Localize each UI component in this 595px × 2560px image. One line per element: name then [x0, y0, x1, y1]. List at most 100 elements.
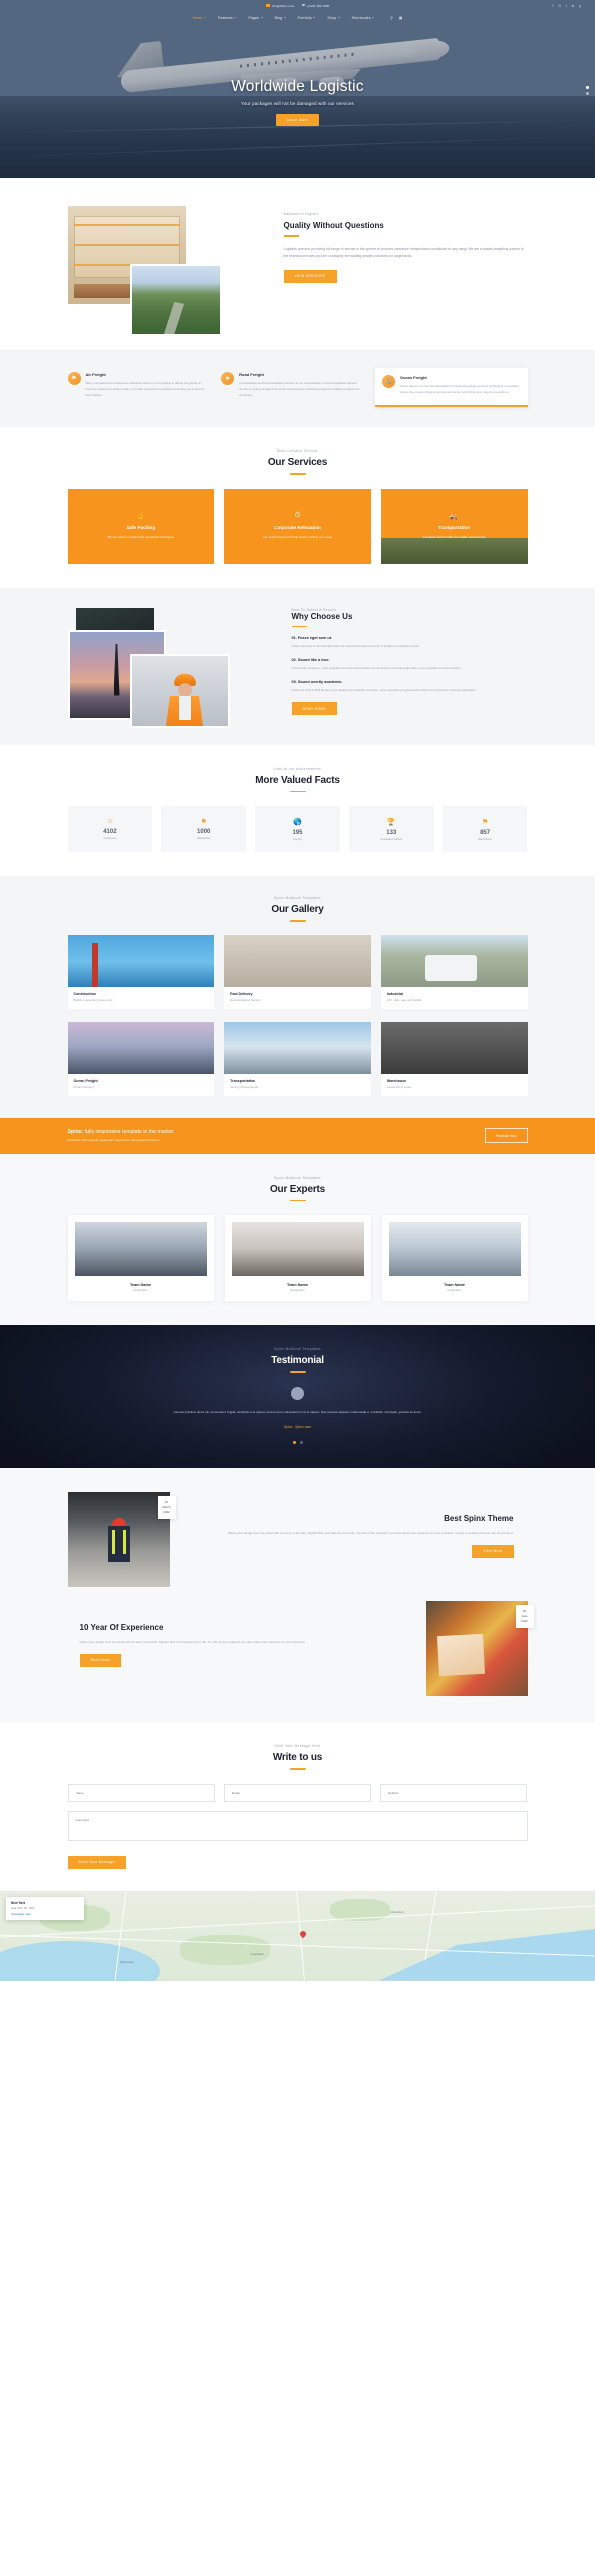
- facts-section: Look at our achievements More Valued Fac…: [0, 744, 595, 877]
- nav-item-features[interactable]: Features: [218, 16, 237, 20]
- feature-body: Ocean transport is the best alternative …: [399, 384, 519, 394]
- mail-icon: [265, 4, 270, 7]
- chevron-down-icon: [372, 17, 375, 18]
- gallery-item-ocean-freight[interactable]: Ocean Freight Ocean transport: [67, 1021, 215, 1096]
- slider-dot-2[interactable]: [586, 92, 589, 95]
- gallery-item-warehouse[interactable]: Warehouse movement of goods: [380, 1021, 528, 1096]
- map-water: [0, 1940, 160, 1981]
- phone-icon: ☎: [301, 3, 306, 7]
- contact-section: Send Your Message Here Write to us Send …: [0, 1721, 595, 1891]
- fact-value: 195: [292, 829, 303, 836]
- main-navigation: Home Features Pages Blog Portfolio Shop: [0, 12, 595, 23]
- nav-label: Shop: [327, 15, 337, 20]
- nav-item-home[interactable]: Home: [193, 16, 206, 20]
- gallery-section: Spinx Multiuse Templates Our Gallery Con…: [0, 876, 595, 1118]
- gallery-item-fast-delivery[interactable]: Fast Delivery Deconsolidation Centers: [224, 934, 371, 1009]
- blog-view-more-button[interactable]: View More: [472, 1544, 514, 1558]
- nav-item-shop[interactable]: Shop: [327, 15, 340, 20]
- topbar-phone[interactable]: ☎ +(123) 456-7880: [301, 4, 329, 8]
- name-field[interactable]: [67, 1783, 215, 1802]
- title-underline: [289, 920, 306, 922]
- feature-card-road-freight[interactable]: ★ Road Freight Consolidation And Deconso…: [221, 368, 364, 407]
- expert-card-1[interactable]: Team Name Designation: [67, 1215, 214, 1302]
- slider-dot-2[interactable]: [299, 1440, 303, 1444]
- service-body: We can assist on performing operational …: [107, 534, 175, 539]
- facebook-icon[interactable]: f: [552, 4, 553, 8]
- why-point-body: Consectetur consequi , enim expedita sed…: [291, 666, 462, 671]
- gallery-item-sub: storing physical goods: [230, 1084, 258, 1089]
- map-green-area: [180, 1934, 270, 1965]
- map-marker-icon[interactable]: [300, 1931, 306, 1939]
- pinterest-icon[interactable]: p: [579, 4, 581, 8]
- service-card-transportation[interactable]: 🚚 Transportation Complete cargo to fulfi…: [380, 488, 528, 564]
- expert-name: Team Name: [286, 1283, 309, 1288]
- email-field[interactable]: [223, 1783, 372, 1802]
- chevron-down-icon: [283, 17, 286, 18]
- expert-card-2[interactable]: Team Name Designation: [224, 1215, 371, 1302]
- expert-role: Designation: [290, 1289, 305, 1293]
- why-point-body: Aching for a bit of thrill along in your…: [291, 688, 477, 693]
- gallery-image: [380, 1021, 528, 1074]
- subject-field[interactable]: [380, 1783, 528, 1802]
- cta-sub: Exclusive multi purpose lightweight resp…: [67, 1138, 160, 1143]
- service-card-safe-packing[interactable]: ☝ Safe Packing We can assist on performi…: [67, 488, 215, 564]
- map-section[interactable]: Long Island New Jersey Connecticut New Y…: [0, 1890, 595, 1981]
- search-icon[interactable]: ⚲: [390, 16, 393, 20]
- service-title: Corporate Relocation: [274, 524, 321, 530]
- blog-title: Best Spinx Theme: [444, 1513, 514, 1523]
- feature-card-air-freight[interactable]: ⚑ Air Freight Many companies face unfore…: [67, 368, 211, 407]
- gallery-item-industrial[interactable]: Industrial 24/7 - fast, easy and flexibl…: [380, 934, 528, 1009]
- send-message-button[interactable]: Send Your Message: [67, 1855, 126, 1869]
- map-view-larger-link[interactable]: View larger map: [11, 1913, 79, 1916]
- topbar-email[interactable]: info@Spinx.com: [265, 4, 294, 8]
- purchase-now-button[interactable]: Purchase Now: [484, 1128, 528, 1144]
- testimonial-slider-dots[interactable]: [68, 1440, 528, 1444]
- hero-slider-dots[interactable]: [586, 86, 589, 98]
- gallery-item-transportation[interactable]: Transportation storing physical goods: [224, 1021, 371, 1096]
- hero-subtitle: Your packages will not be damaged with o…: [241, 101, 354, 106]
- expert-card-3[interactable]: Team Name Designation: [381, 1215, 528, 1302]
- warehouse-icon: ⚑: [481, 818, 489, 826]
- service-title: Safe Packing: [126, 524, 156, 530]
- gallery-image: [224, 1021, 371, 1074]
- blog-read-more-button[interactable]: Read More: [79, 1653, 122, 1667]
- twitter-icon[interactable]: t: [566, 4, 567, 8]
- hero-learn-more-button[interactable]: Learn More: [275, 114, 320, 126]
- slider-dot-1[interactable]: [586, 86, 589, 89]
- cart-icon[interactable]: ▦: [399, 16, 402, 20]
- gallery-item-title: Warehouse: [386, 1078, 407, 1083]
- message-field[interactable]: [67, 1810, 528, 1841]
- view-services-button[interactable]: VIEW SERVICES: [283, 269, 337, 283]
- nav-item-pages[interactable]: Pages: [248, 16, 263, 20]
- linkedin-icon[interactable]: in: [572, 4, 574, 8]
- nav-label: Portfolio: [297, 15, 312, 20]
- social-links: f G t in p: [552, 4, 581, 8]
- services-title: Our Services: [267, 456, 328, 468]
- facts-eyebrow: Look at our achievements: [273, 766, 322, 771]
- slider-dot-1[interactable]: [292, 1440, 296, 1444]
- service-card-corporate-relocation[interactable]: ⏱ Corporate Relocation Our teams work ar…: [224, 488, 371, 564]
- map-info-card[interactable]: New York New York, NY, USA View larger m…: [6, 1896, 84, 1920]
- gallery-item-construction[interactable]: Construction Building materials by sea o…: [67, 934, 215, 1009]
- nav-item-shortcodes[interactable]: Shortcodes: [352, 16, 375, 20]
- services-eyebrow: Most Creative Service: [277, 448, 318, 453]
- expert-role: Designation: [447, 1289, 462, 1293]
- feature-card-ocean-freight[interactable]: ⚓ Ocean Freight Ocean transport is the b…: [374, 368, 528, 407]
- why-read-more-button[interactable]: READ MORE: [291, 702, 338, 716]
- cta-headline-text: fully responsive template in the market: [84, 1129, 174, 1136]
- about-body: Logistics operator providing full range …: [283, 246, 524, 259]
- why-point-title: 03. Sound overtly academic.: [291, 680, 343, 685]
- gallery-image: [67, 1021, 215, 1074]
- smile-icon: ☺: [106, 818, 114, 826]
- map-label-connecticut: Connecticut: [390, 1910, 404, 1914]
- gallery-item-title: Fast Delivery: [230, 991, 253, 996]
- nav-item-portfolio[interactable]: Portfolio: [298, 16, 316, 20]
- gallery-item-sub: 24/7 - fast, easy and flexible: [386, 997, 422, 1002]
- google-icon[interactable]: G: [558, 4, 560, 8]
- fact-value: 857: [480, 829, 491, 836]
- gallery-item-title: Construction: [73, 991, 96, 996]
- nav-item-blog[interactable]: Blog: [275, 16, 286, 20]
- star-icon: ★: [221, 372, 235, 385]
- title-underline: [289, 790, 306, 793]
- experts-title: Our Experts: [269, 1183, 326, 1195]
